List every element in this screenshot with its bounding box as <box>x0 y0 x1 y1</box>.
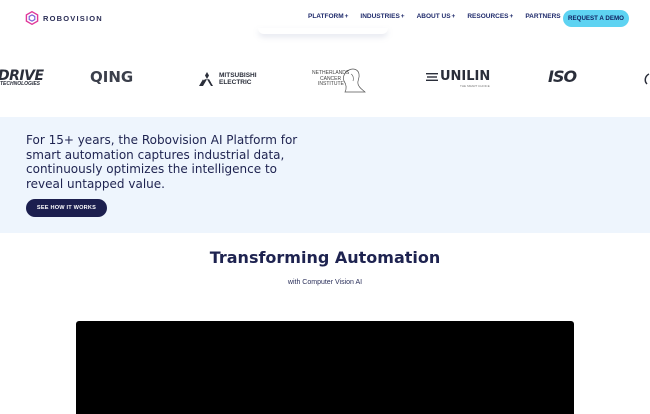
nav-about-us[interactable]: ABOUT US+ <box>417 13 456 20</box>
hero-description: For 15+ years, the Robovision AI Platfor… <box>26 133 298 191</box>
unilin-tagline: THE SMART CHOICE <box>460 84 490 88</box>
partial-logo-icon <box>644 73 650 85</box>
nav-platform-label: PLATFORM <box>308 13 344 20</box>
nav-industries-label: INDUSTRIES <box>360 13 400 20</box>
nav-dropdown-edge <box>258 28 388 34</box>
plus-icon: + <box>509 13 514 20</box>
nki-logo-text: NETHERLANDS CANCER INSTITUTE <box>312 70 349 88</box>
mitsubishi-diamonds-icon <box>199 72 213 86</box>
client-logos-strip: DRIVE TECHNOLOGIES QING MITSUBISHI ELECT… <box>0 60 650 100</box>
iso-logo: ISO <box>548 67 577 86</box>
drive-technologies-subtitle: TECHNOLOGIES <box>0 81 41 87</box>
request-demo-button[interactable]: REQUEST A DEMO <box>563 10 629 27</box>
nav-resources-label: RESOURCES <box>467 13 509 20</box>
video-player[interactable] <box>76 321 574 414</box>
unilin-logo: UNILIN <box>440 69 491 84</box>
unilin-lines-icon <box>426 73 438 81</box>
section-title: Transforming Automation <box>209 248 441 267</box>
robovision-logo-icon <box>25 11 39 25</box>
nav-platform[interactable]: PLATFORM+ <box>308 13 348 20</box>
see-how-it-works-button[interactable]: SEE HOW IT WORKS <box>26 199 107 217</box>
brand-logo[interactable]: ROBOVISION <box>25 11 103 25</box>
nav-resources[interactable]: RESOURCES+ <box>467 13 513 20</box>
mitsubishi-line-1: MITSUBISHI <box>219 72 257 79</box>
main-nav: PLATFORM+ INDUSTRIES+ ABOUT US+ RESOURCE… <box>308 13 573 20</box>
nki-line-3: INSTITUTE <box>318 81 344 87</box>
nav-partners-label: PARTNERS <box>525 13 561 20</box>
plus-icon: + <box>400 13 405 20</box>
plus-icon: + <box>344 13 349 20</box>
nav-partners[interactable]: PARTNERS <box>525 13 560 20</box>
hero-section: For 15+ years, the Robovision AI Platfor… <box>0 117 650 233</box>
mitsubishi-electric-logo: MITSUBISHI ELECTRIC <box>219 72 257 86</box>
qing-logo: QING <box>90 68 134 86</box>
plus-icon: + <box>451 13 456 20</box>
mitsubishi-line-2: ELECTRIC <box>219 79 252 86</box>
nav-about-us-label: ABOUT US <box>416 13 451 20</box>
section-subtitle: with Computer Vision AI <box>287 279 363 286</box>
nav-industries[interactable]: INDUSTRIES+ <box>360 13 404 20</box>
brand-name: ROBOVISION <box>43 13 103 23</box>
